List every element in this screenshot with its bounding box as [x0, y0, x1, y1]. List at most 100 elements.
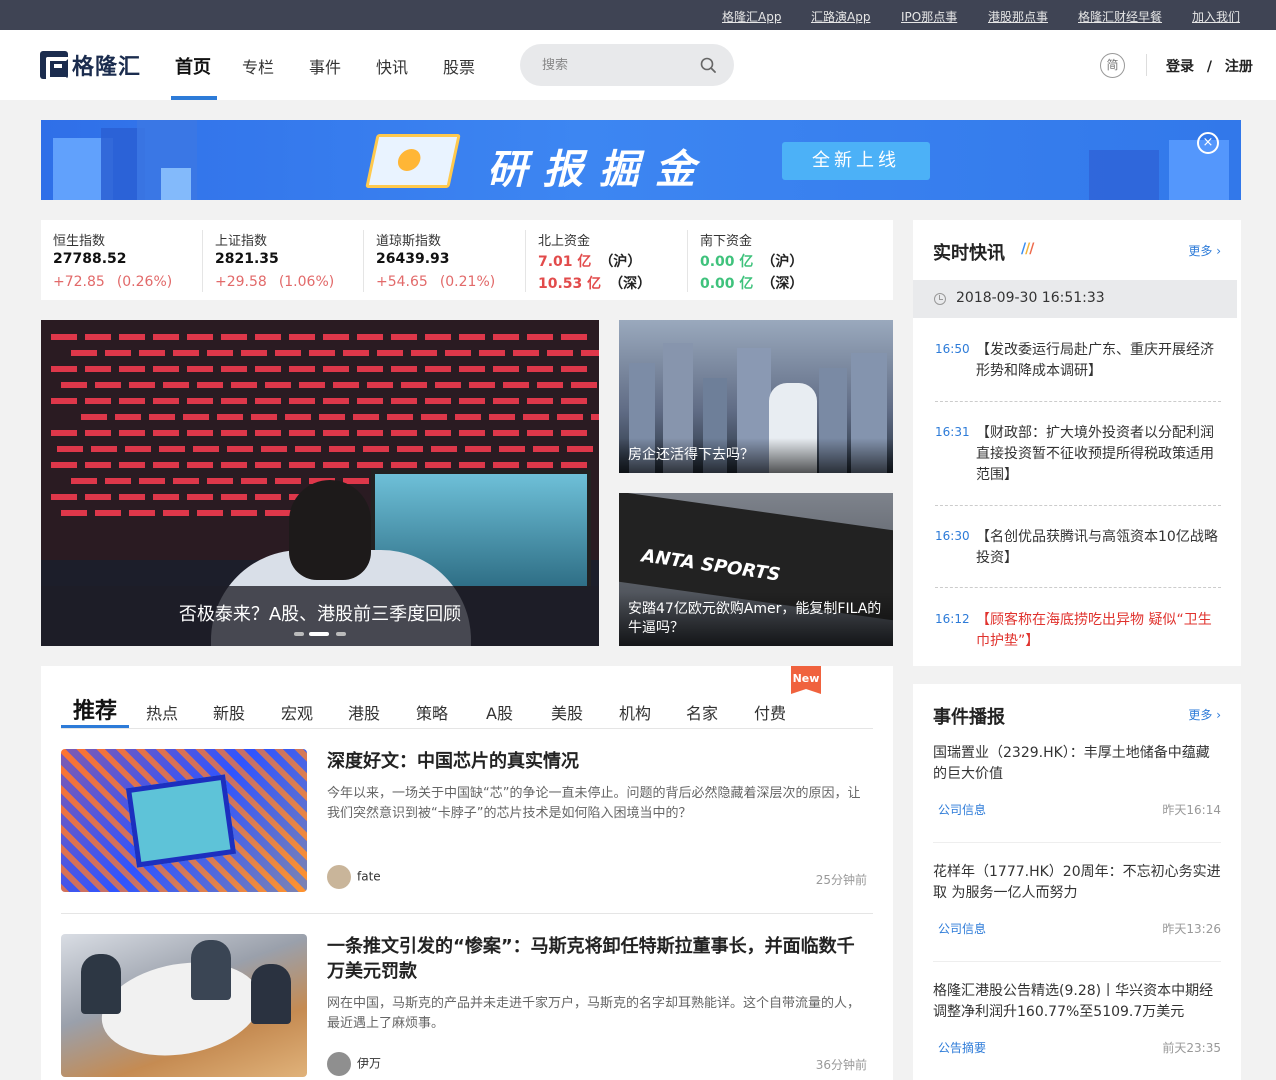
index-hsi[interactable]: 恒生指数 27788.52 +72.85 (0.26%)	[41, 228, 201, 294]
topbar-link-app[interactable]: 格隆汇App	[722, 8, 781, 25]
index-dow-jones[interactable]: 道琼斯指数 26439.93 +54.65 (0.21%)	[364, 228, 524, 294]
tab-active-indicator	[61, 725, 129, 728]
event-item[interactable]: 格隆汇港股公告精选(9.28)丨华兴资本中期经调整净利润升160.77%至510…	[933, 981, 1221, 1061]
article-thumbnail-meeting[interactable]	[61, 934, 307, 1077]
flash-text[interactable]: 【顾客称在海底捞吃出异物 疑似“卫生巾护垫”】	[976, 610, 1221, 652]
tab-recommend[interactable]: 推荐	[73, 693, 117, 725]
carousel-dot[interactable]	[336, 632, 346, 636]
article-author[interactable]: fate	[327, 865, 381, 889]
tab-strategy[interactable]: 策略	[416, 700, 448, 724]
flow-row: 0.00 亿（沪）	[700, 254, 804, 270]
article-item[interactable]: 深度好文：中国芯片的真实情况 今年以来，一场关于中国缺“芯”的争论一直未停止。问…	[61, 749, 873, 894]
tab-new-stocks[interactable]: 新股	[213, 700, 245, 724]
index-change: +54.65 (0.21%)	[376, 274, 496, 290]
event-item[interactable]: 花样年（1777.HK）20周年：不忘初心务实进取 为服务一亿人而努力 公司信息…	[933, 862, 1221, 942]
event-tag[interactable]: 公司信息	[938, 801, 986, 818]
article-thumbnail-chip[interactable]	[61, 749, 307, 892]
event-item[interactable]: 国瑞置业（2329.HK）：丰厚土地储备中蕴藏的巨大价值 公司信息 昨天16:1…	[933, 743, 1221, 823]
article-time: 36分钟前	[815, 1058, 867, 1072]
topbar-link-roadshow-app[interactable]: 汇路演App	[811, 8, 870, 25]
panel-title: 事件播报	[933, 707, 1005, 728]
login-link[interactable]: 登录	[1166, 59, 1194, 75]
index-shanghai[interactable]: 上证指数 2821.35 +29.58 (1.06%)	[203, 228, 363, 294]
live-news-more-link[interactable]: 更多 ›	[1188, 242, 1221, 259]
language-toggle-button[interactable]: 简	[1100, 53, 1125, 78]
event-title[interactable]: 花样年（1777.HK）20周年：不忘初心务实进取 为服务一亿人而努力	[933, 862, 1221, 904]
flash-text[interactable]: 【名创优品获腾讯与高瓴资本10亿战略投资】	[976, 527, 1221, 569]
index-change: +72.85 (0.26%)	[53, 274, 173, 290]
index-value: 2821.35	[215, 251, 279, 267]
nav-home[interactable]: 首页	[175, 53, 211, 79]
flash-time: 16:12	[935, 612, 970, 626]
topbar-link-ipo[interactable]: IPO那点事	[901, 8, 957, 25]
tab-macro[interactable]: 宏观	[281, 700, 313, 724]
flash-text[interactable]: 【财政部：扩大境外投资者以分配利润直接投资暂不征收预提所得税政策适用范围】	[976, 423, 1221, 486]
topbar-link-hk-stocks[interactable]: 港股那点事	[988, 8, 1048, 25]
carousel-dot[interactable]	[294, 632, 304, 636]
carousel-dot-active[interactable]	[309, 632, 329, 636]
event-tag[interactable]: 公司信息	[938, 920, 986, 937]
flash-time: 16:31	[935, 425, 970, 439]
new-badge: New	[791, 666, 821, 694]
nav-columns[interactable]: 专栏	[242, 54, 274, 78]
article-time: 25分钟前	[815, 873, 867, 887]
nav-flash[interactable]: 快讯	[376, 54, 408, 78]
tab-hk-stocks[interactable]: 港股	[348, 700, 380, 724]
tab-paid[interactable]: 付费	[754, 700, 786, 724]
event-time: 昨天16:14	[1162, 803, 1221, 817]
flow-row: 10.53 亿（深）	[538, 276, 652, 292]
header-divider	[1146, 54, 1147, 76]
site-logo[interactable]: 格隆汇	[40, 50, 142, 81]
index-change: +29.58 (1.06%)	[215, 274, 335, 290]
topbar-link-join-us[interactable]: 加入我们	[1192, 8, 1240, 25]
promo-banner[interactable]: 研报掘金 全新上线 ×	[41, 120, 1241, 200]
article-item[interactable]: 一条推文引发的“惨案”：马斯克将卸任特斯拉董事长，并面临数千万美元罚款 网在中国…	[61, 934, 873, 1080]
tab-a-shares[interactable]: A股	[486, 700, 513, 724]
report-book-icon	[365, 134, 461, 188]
nav-events[interactable]: 事件	[309, 54, 341, 78]
article-title[interactable]: 一条推文引发的“惨案”：马斯克将卸任特斯拉董事长，并面临数千万美元罚款	[327, 934, 872, 984]
hero-caption[interactable]: 否极泰来？A股、港股前三季度回顾	[41, 600, 599, 626]
article-divider	[61, 913, 873, 914]
tab-divider	[61, 728, 873, 729]
article-title[interactable]: 深度好文：中国芯片的真实情况	[327, 749, 872, 774]
logo-icon	[40, 51, 70, 81]
index-name: 上证指数	[215, 234, 268, 249]
north-flow[interactable]: 北上资金 7.01 亿（沪） 10.53 亿（深）	[526, 228, 686, 294]
feature-card-caption: 安踏47亿欧元欲购Amer，能复制FILA的牛逼吗？	[619, 592, 893, 646]
search-input[interactable]	[542, 54, 692, 76]
hero-carousel[interactable]: 否极泰来？A股、港股前三季度回顾	[41, 320, 599, 646]
logo-text: 格隆汇	[72, 55, 142, 80]
feature-card-anta[interactable]: ANTA SPORTS 安踏47亿欧元欲购Amer，能复制FILA的牛逼吗？	[619, 493, 893, 646]
close-icon[interactable]: ×	[1197, 132, 1219, 154]
search-icon[interactable]	[700, 57, 716, 73]
index-name: 道琼斯指数	[376, 234, 442, 249]
tab-institutions[interactable]: 机构	[619, 700, 651, 724]
tab-us-stocks[interactable]: 美股	[551, 700, 583, 724]
south-flow[interactable]: 南下资金 0.00 亿（沪） 0.00 亿（深）	[688, 228, 848, 294]
flash-text[interactable]: 【发改委运行局赴广东、重庆开展经济形势和降成本调研】	[976, 340, 1221, 382]
article-summary: 今年以来，一场关于中国缺“芯”的争论一直未停止。问题的背后必然隐藏着深层次的原因…	[327, 786, 861, 821]
event-title[interactable]: 国瑞置业（2329.HK）：丰厚土地储备中蕴藏的巨大价值	[933, 743, 1221, 785]
event-tag[interactable]: 公告摘要	[938, 1039, 986, 1056]
index-value: 26439.93	[376, 251, 450, 267]
feature-card-real-estate[interactable]: 房企还活得下去吗？	[619, 320, 893, 473]
tab-experts[interactable]: 名家	[686, 700, 718, 724]
live-news-date: 2018-09-30 16:51:33	[956, 290, 1105, 306]
market-indices: 恒生指数 27788.52 +72.85 (0.26%) 上证指数 2821.35…	[41, 220, 893, 300]
event-title[interactable]: 格隆汇港股公告精选(9.28)丨华兴资本中期经调整净利润升160.77%至510…	[933, 981, 1221, 1023]
panel-title: 实时快讯	[933, 243, 1005, 264]
article-author[interactable]: 伊万	[327, 1052, 381, 1076]
tab-hot[interactable]: 热点	[146, 700, 178, 724]
events-more-link[interactable]: 更多 ›	[1188, 706, 1221, 723]
index-name: 恒生指数	[53, 234, 106, 249]
nav-stocks[interactable]: 股票	[443, 54, 475, 78]
event-time: 前天23:35	[1162, 1041, 1221, 1055]
live-news-date-bar: 2018-09-30 16:51:33	[913, 280, 1237, 318]
banner-cta-button[interactable]: 全新上线	[782, 142, 930, 180]
chevron-right-icon: ›	[1216, 244, 1221, 258]
register-link[interactable]: 注册	[1225, 59, 1253, 75]
chevron-right-icon: ›	[1216, 708, 1221, 722]
topbar-link-breakfast[interactable]: 格隆汇财经早餐	[1078, 8, 1162, 25]
auth-separator: /	[1206, 59, 1212, 75]
